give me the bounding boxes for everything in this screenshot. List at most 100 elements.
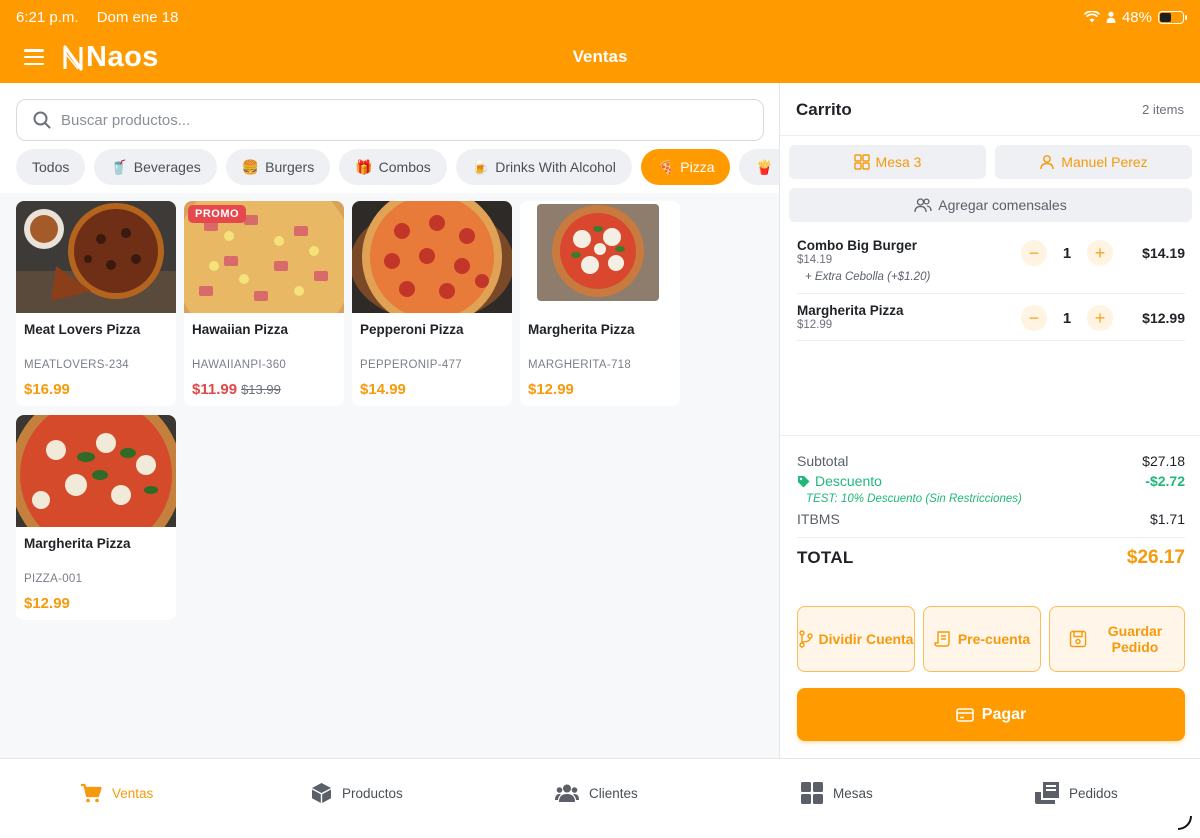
product-name: Pepperoni Pizza [360, 322, 464, 337]
subtotal-value: $27.18 [1142, 453, 1185, 469]
product-card[interactable]: Margherita Pizza PIZZA-001 $12.99 [16, 415, 176, 620]
split-bill-label: Dividir Cuenta [818, 631, 914, 647]
search-area: Todos 🥤 Beverages 🍔 Burgers 🎁 Combos 🍺 Drink… [0, 83, 779, 193]
cart-count: 2 items [1142, 102, 1184, 117]
search-input[interactable] [61, 111, 763, 129]
burger-icon: 🍔 [241, 158, 260, 175]
save-icon [1069, 630, 1087, 648]
users-icon [555, 784, 579, 802]
original-price: $13.99 [241, 382, 281, 397]
guests-icon [914, 198, 932, 213]
promo-price: $11.99 [192, 381, 238, 398]
product-image [16, 415, 176, 527]
tax-value: $1.71 [1149, 511, 1185, 527]
status-time: 6:21 p.m. [16, 8, 79, 26]
category-chip-sides[interactable]: 🍟S [739, 149, 779, 185]
pre-check-button[interactable]: Pre-cuenta [923, 606, 1041, 672]
product-sku: MEATLOVERS-234 [24, 359, 129, 371]
quantity-stepper: − 1 + [1021, 240, 1113, 266]
subtotal-row: Subtotal $27.18 [797, 453, 1185, 469]
cart-panel: Carrito 2 items Mesa 3 Manuel Perez Agre… [779, 83, 1200, 758]
decrease-button[interactable]: − [1021, 240, 1047, 266]
cart-item-unit-price: $14.19 [797, 254, 833, 266]
nav-label: Productos [342, 785, 403, 801]
divider [797, 293, 1185, 294]
subtotal-label: Subtotal [797, 453, 849, 469]
receipt-icon [934, 631, 950, 647]
nav-label: Ventas [112, 785, 154, 801]
products-panel: Todos 🥤 Beverages 🍔 Burgers 🎁 Combos 🍺 Drink… [0, 83, 779, 758]
divider [797, 537, 1185, 538]
page-title: Ventas [572, 47, 628, 66]
category-chip-combos[interactable]: 🎁 Combos [339, 149, 447, 185]
nav-item-pedidos[interactable]: Pedidos [1035, 781, 1118, 805]
chip-label: Pizza [680, 159, 715, 175]
product-card[interactable]: Margherita Pizza MARGHERITA-718 $12.99 [520, 201, 680, 406]
increase-button[interactable]: + [1087, 305, 1113, 331]
product-card[interactable]: Meat Lovers Pizza MEATLOVERS-234 $16.99 [16, 201, 176, 406]
nav-item-mesas[interactable]: Mesas [801, 781, 873, 805]
product-price: $14.99 [360, 381, 406, 398]
drink-icon: 🥤 [110, 158, 128, 175]
product-name: Meat Lovers Pizza [24, 322, 141, 337]
cart-title: Carrito [796, 100, 852, 119]
status-bar: 6:21 p.m. Dom ene 18 48% [16, 8, 1187, 26]
nav-item-productos[interactable]: Productos [311, 781, 403, 805]
category-chip-todos[interactable]: Todos [16, 149, 86, 185]
product-card[interactable]: PROMO Hawaiian Pizza HAWAIIANPI-360 $11.… [184, 201, 344, 406]
pizza-icon: 🍕 [656, 158, 675, 175]
nav-item-clientes[interactable]: Clientes [555, 781, 638, 805]
split-icon [798, 630, 813, 648]
pay-button[interactable]: Pagar [797, 688, 1185, 741]
product-sku: PIZZA-001 [24, 573, 83, 585]
product-image [16, 201, 176, 313]
bottom-nav: Ventas Productos Clientes Mesas Pedidos [0, 758, 1200, 838]
category-chip-beverages[interactable]: 🥤 Beverages [94, 149, 217, 185]
cart-item-total: $14.19 [1142, 245, 1185, 261]
tag-icon [798, 475, 810, 487]
divider [780, 135, 1200, 136]
product-name: Margherita Pizza [24, 536, 131, 551]
promo-badge: PROMO [188, 205, 247, 223]
quantity-value: 1 [1062, 309, 1072, 327]
category-chip-burgers[interactable]: 🍔 Burgers [225, 149, 331, 185]
tax-row: ITBMS $1.71 [797, 511, 1185, 527]
nav-label: Mesas [833, 785, 873, 801]
chip-label: Drinks With Alcohol [495, 159, 616, 175]
product-price: $16.99 [24, 381, 70, 398]
cart-item-total: $12.99 [1142, 310, 1185, 326]
decrease-button[interactable]: − [1021, 305, 1047, 331]
customer-label: Manuel Perez [1061, 154, 1148, 170]
customer-button[interactable]: Manuel Perez [995, 145, 1192, 179]
add-guests-button[interactable]: Agregar comensales [789, 188, 1192, 222]
user-icon [1040, 155, 1054, 170]
save-order-label: Guardar Pedido [1107, 623, 1163, 655]
divider [797, 340, 1185, 341]
discount-note: TEST: 10% Descuento (Sin Restricciones) [806, 493, 1022, 505]
grid-icon [801, 782, 823, 804]
product-sku: PEPPERONIP-477 [360, 359, 462, 371]
wifi-icon [1083, 11, 1100, 23]
table-button[interactable]: Mesa 3 [789, 145, 986, 179]
product-card[interactable]: Pepperoni Pizza PEPPERONIP-477 $14.99 [352, 201, 512, 406]
category-chip-pizza[interactable]: 🍕 Pizza [640, 149, 731, 185]
save-order-button[interactable]: Guardar Pedido [1049, 606, 1185, 672]
product-sku: HAWAIIANPI-360 [192, 359, 287, 371]
category-chips: Todos 🥤 Beverages 🍔 Burgers 🎁 Combos 🍺 Drink… [16, 149, 779, 185]
split-bill-button[interactable]: Dividir Cuenta [797, 606, 915, 672]
battery-icon [1158, 10, 1187, 24]
search-box[interactable] [16, 99, 764, 141]
battery-level [1160, 12, 1171, 22]
table-label: Mesa 3 [875, 154, 922, 170]
category-chip-drinks-alcohol[interactable]: 🍺 Drinks With Alcohol [455, 149, 632, 185]
nav-item-ventas[interactable]: Ventas [80, 781, 153, 805]
pre-check-label: Pre-cuenta [957, 631, 1031, 647]
cart-item-name: Combo Big Burger [797, 238, 917, 253]
table-grid-icon [853, 154, 870, 170]
quantity-value: 1 [1062, 244, 1072, 262]
beer-icon: 🍺 [471, 158, 490, 175]
increase-button[interactable]: + [1087, 240, 1113, 266]
chip-label: Beverages [133, 159, 201, 175]
person-status-icon [1106, 11, 1116, 23]
product-price: $12.99 [528, 381, 574, 398]
